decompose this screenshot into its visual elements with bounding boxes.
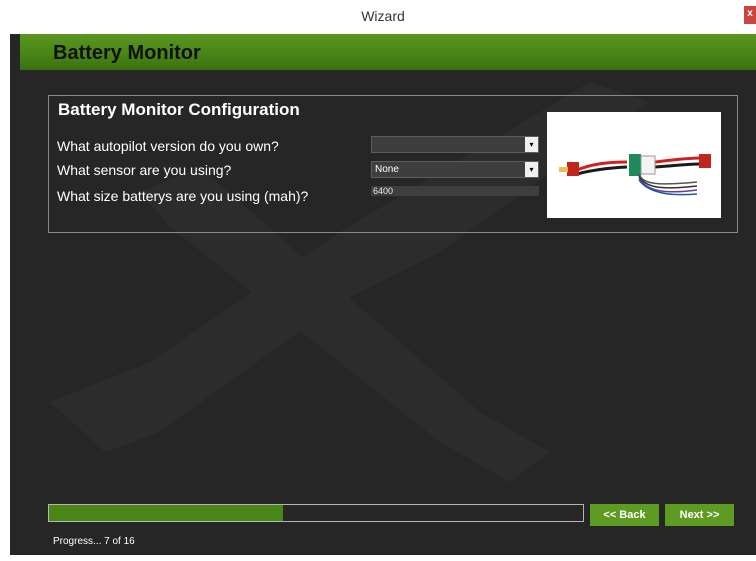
battery-size-label: What size batterys are you using (mah)? (57, 188, 309, 204)
configuration-panel: Battery Monitor Configuration What autop… (48, 95, 738, 233)
window-title: Wizard (361, 8, 405, 24)
chevron-down-icon[interactable]: ▾ (525, 162, 538, 177)
power-module-icon (547, 112, 721, 218)
progress-bar (48, 504, 584, 522)
progress-text: Progress... 7 of 16 (53, 536, 135, 547)
panel-heading: Battery Monitor Configuration (58, 100, 300, 119)
sensor-dropdown[interactable]: None ▾ (371, 161, 539, 178)
title-bar[interactable]: Wizard x (10, 0, 756, 35)
sensor-label: What sensor are you using? (57, 162, 232, 178)
chevron-down-icon[interactable]: ▾ (525, 137, 538, 152)
wizard-content: Battery Monitor Battery Monitor Configur… (10, 34, 756, 555)
autopilot-version-label: What autopilot version do you own? (57, 138, 279, 154)
sensor-value: None (375, 164, 399, 175)
battery-monitor-image (547, 112, 721, 218)
autopilot-version-dropdown[interactable]: ▾ (371, 136, 539, 153)
progress-fill (49, 505, 283, 521)
back-button[interactable]: << Back (590, 504, 659, 526)
wizard-window: Wizard x Battery Monitor Battery Monitor… (10, 0, 756, 561)
page-banner: Battery Monitor (20, 34, 756, 70)
page-title: Battery Monitor (53, 42, 201, 64)
next-button[interactable]: Next >> (665, 504, 734, 526)
close-button[interactable]: x (744, 6, 756, 24)
battery-size-input[interactable]: 6400 (371, 186, 539, 196)
